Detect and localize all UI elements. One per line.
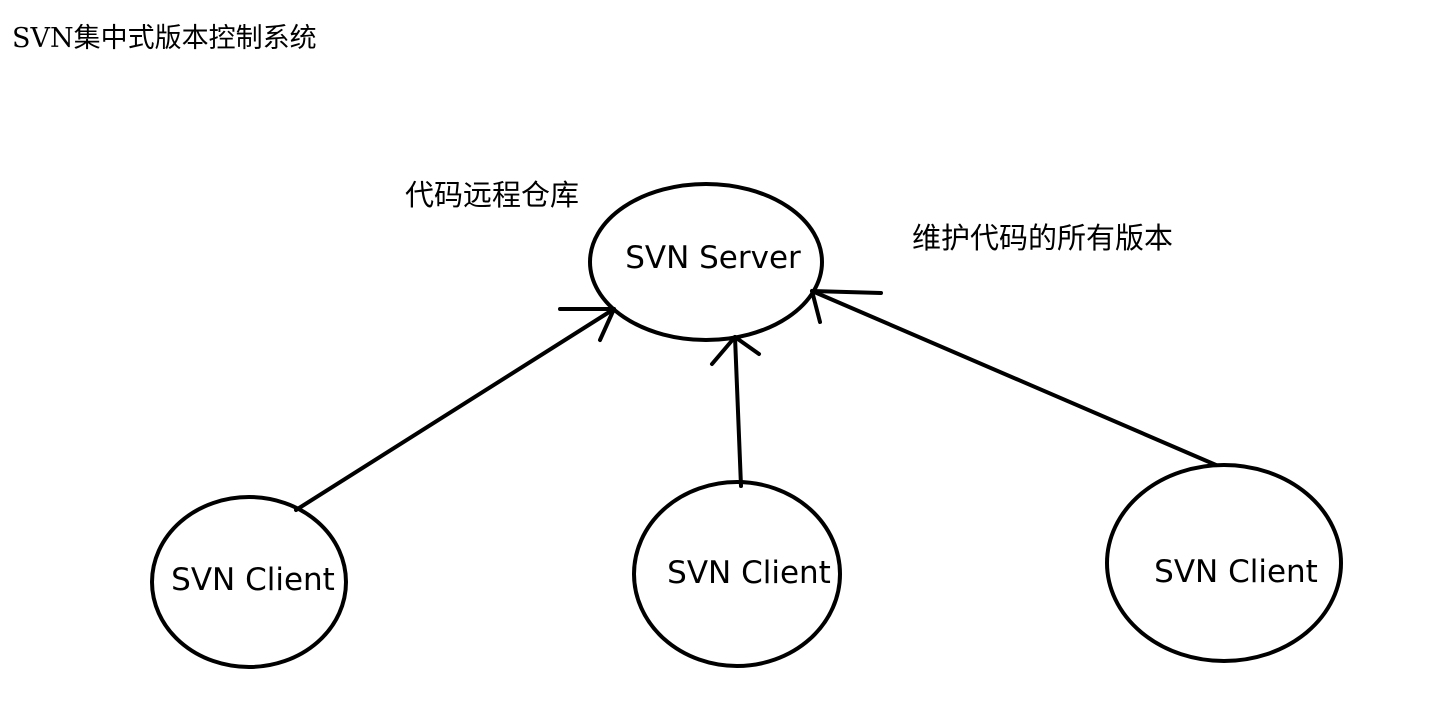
edge-line-2	[733, 335, 743, 488]
server-note-left: 代码远程仓库	[405, 178, 579, 212]
client-node-3: SVN Client	[1105, 463, 1343, 663]
edge-client-1-to-server	[294, 307, 616, 512]
edge-client-2-to-server	[710, 335, 761, 488]
server-label: SVN Server	[625, 240, 801, 276]
server-note-right: 维护代码的所有版本	[912, 221, 1173, 255]
server-node: SVN Server	[588, 182, 824, 342]
edge-line-3	[810, 289, 1218, 467]
client-label-2: SVN Client	[667, 555, 831, 591]
client-node-1: SVN Client	[150, 495, 348, 669]
client-label-1: SVN Client	[171, 562, 335, 598]
client-node-2: SVN Client	[632, 480, 842, 668]
edge-line-1	[294, 307, 616, 512]
diagram-canvas: SVN Server 代码远程仓库 维护代码的所有版本 SVN Client S…	[150, 178, 1343, 669]
edge-client-3-to-server	[810, 289, 1218, 467]
client-label-3: SVN Client	[1154, 554, 1318, 590]
